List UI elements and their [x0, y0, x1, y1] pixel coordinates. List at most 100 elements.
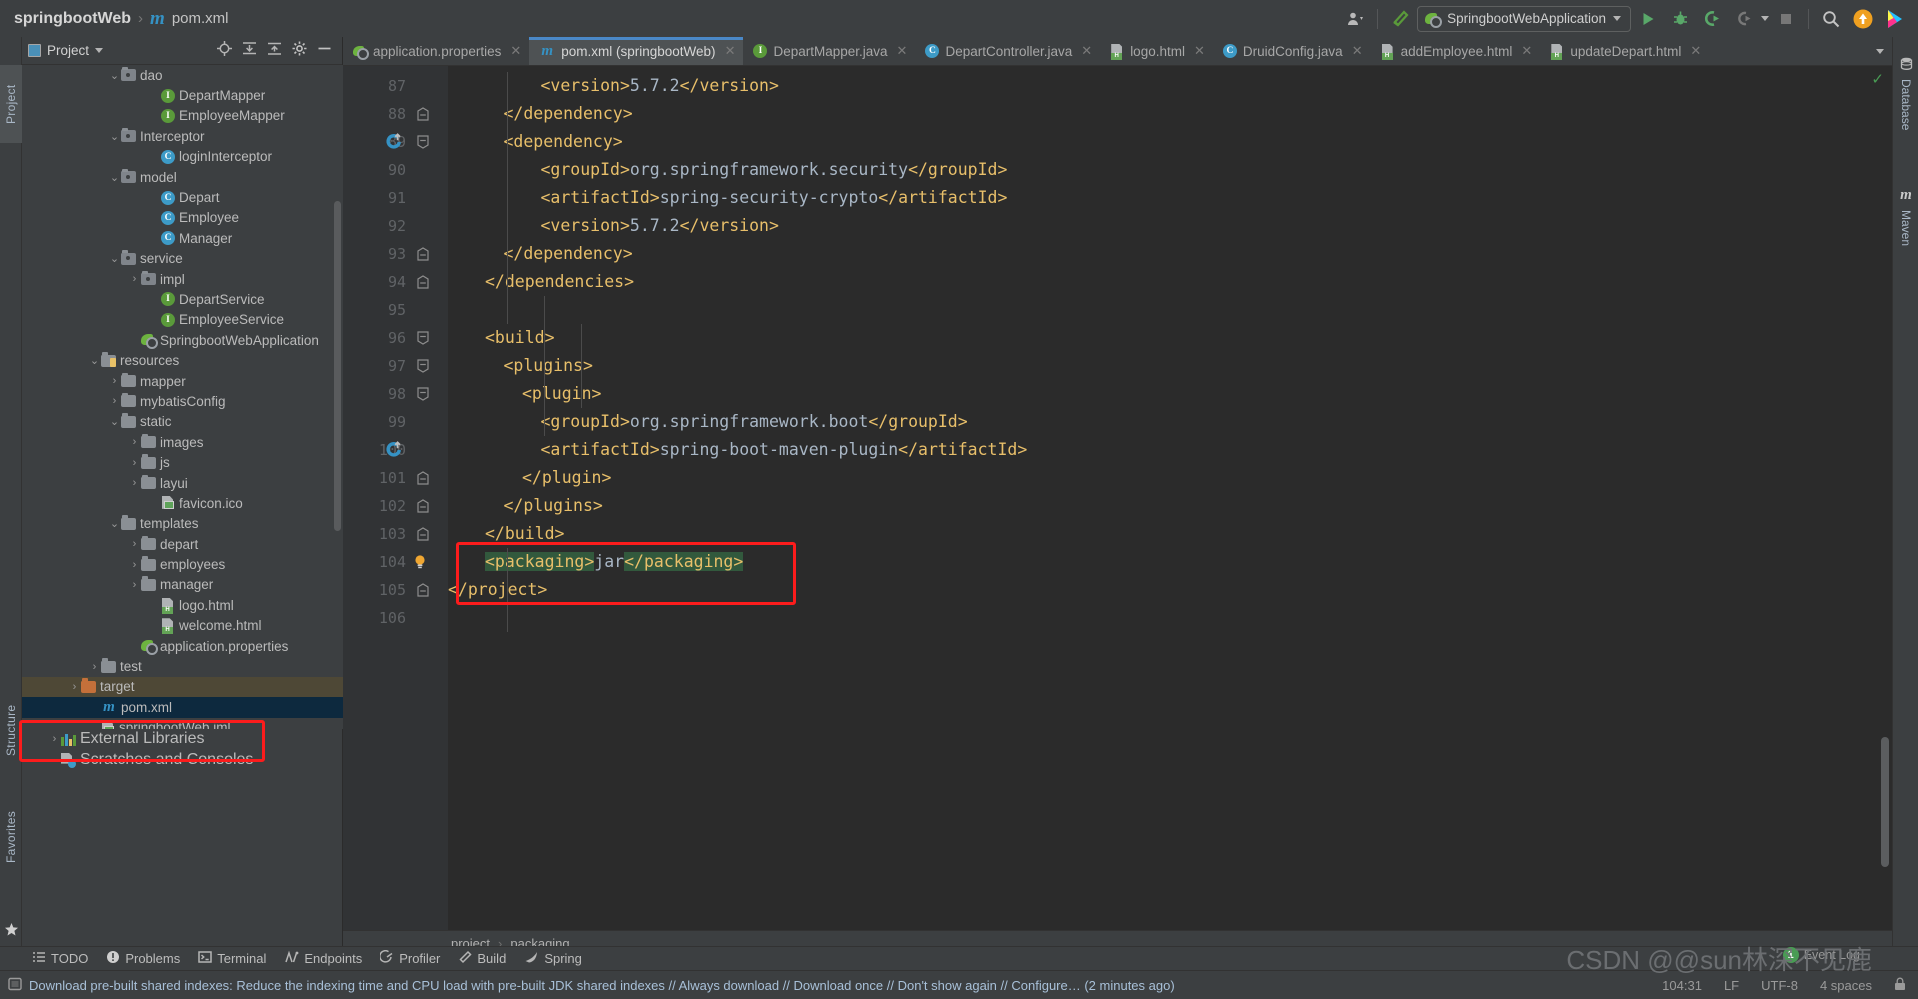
status-lock-icon[interactable] [1894, 977, 1906, 994]
favorites-star-icon[interactable] [4, 922, 19, 942]
code-line-95[interactable] [448, 296, 1892, 324]
close-icon[interactable]: ✕ [725, 43, 736, 59]
chevron-down-icon[interactable]: ⌄ [108, 130, 121, 143]
tree-item-departservice[interactable]: I DepartService [22, 289, 343, 309]
tree-item-application-properties[interactable]: application.properties [22, 636, 343, 656]
chevron-right-icon[interactable]: › [128, 477, 141, 489]
editor-tab-logo-html[interactable]: logo.html ✕ [1100, 37, 1213, 65]
ide-icon[interactable] [1880, 5, 1910, 33]
gutter-line-95[interactable]: 95 [343, 296, 448, 324]
editor-tab-departmapper-java[interactable]: I DepartMapper.java ✕ [743, 37, 915, 65]
run-with-coverage-button[interactable] [1697, 5, 1727, 33]
gutter-line-100[interactable]: 100 [343, 436, 448, 464]
chevron-right-icon[interactable]: › [128, 579, 141, 591]
gutter-line-104[interactable]: 104 [343, 548, 448, 576]
tree-item-service[interactable]: ⌄ service [22, 249, 343, 269]
code-fold-end-icon[interactable] [416, 576, 430, 604]
close-icon[interactable]: ✕ [1521, 43, 1532, 59]
tree-item-logininterceptor[interactable]: CloginInterceptor [22, 147, 343, 167]
chevron-right-icon[interactable]: › [128, 559, 141, 571]
status-line-separator[interactable]: LF [1724, 978, 1739, 993]
tree-item-favicon-ico[interactable]: favicon.ico [22, 493, 343, 513]
chevron-right-icon[interactable]: › [128, 436, 141, 448]
chevron-right-icon[interactable]: › [108, 375, 121, 387]
breadcrumb-file[interactable]: pom.xml [172, 10, 229, 27]
build-hammer-icon[interactable] [1385, 5, 1415, 33]
status-memory-icon[interactable] [8, 977, 22, 994]
gutter-line-94[interactable]: 94 [343, 268, 448, 296]
code-fold-end-icon[interactable] [416, 492, 430, 520]
tree-item-logo-html[interactable]: logo.html [22, 595, 343, 615]
gutter-line-88[interactable]: 88 [343, 100, 448, 128]
tree-item-model[interactable]: ⌄ model [22, 167, 343, 187]
tree-item-templates[interactable]: ⌄ templates [22, 514, 343, 534]
gear-icon[interactable] [292, 41, 307, 61]
gutter-line-103[interactable]: 103 [343, 520, 448, 548]
chevron-right-icon[interactable]: › [88, 661, 101, 673]
close-icon[interactable]: ✕ [897, 43, 908, 59]
code-line-96[interactable]: <build> [448, 324, 1892, 352]
tree-item-manager[interactable]: › manager [22, 575, 343, 595]
gutter-line-99[interactable]: 99 [343, 408, 448, 436]
gutter-line-101[interactable]: 101 [343, 464, 448, 492]
tree-item-springbootweb-iml[interactable]: springbootWeb.iml [22, 718, 343, 729]
code-fold-end-icon[interactable] [416, 464, 430, 492]
tree-item-welcome-html[interactable]: welcome.html [22, 616, 343, 636]
status-message[interactable]: Download pre-built shared indexes: Reduc… [29, 978, 1175, 993]
tree-item-static[interactable]: ⌄ static [22, 412, 343, 432]
editor-tab-application-properties[interactable]: application.properties ✕ [343, 37, 529, 65]
editor-gutter[interactable]: 87 88 89 90 91 92 93 94 95 96 97 98 99 100 101 102 103 10… [343, 66, 448, 956]
chevron-right-icon[interactable]: › [128, 273, 141, 285]
gutter-line-90[interactable]: 90 [343, 156, 448, 184]
stop-button[interactable] [1771, 5, 1801, 33]
run-configuration-selector[interactable]: SpringbootWebApplication [1417, 5, 1631, 32]
tool-window-favorites[interactable]: Favorites [0, 797, 22, 877]
profile-chevron-icon[interactable] [1761, 16, 1769, 21]
editor-tab-pom-xml-springbootweb-[interactable]: m pom.xml (springbootWeb) ✕ [529, 37, 744, 65]
tool-window-project[interactable]: Project [0, 65, 22, 143]
code-line-88[interactable]: </dependency> [448, 100, 1892, 128]
expand-all-icon[interactable] [242, 41, 257, 61]
gutter-line-98[interactable]: 98 [343, 380, 448, 408]
project-tree-scrollbar[interactable] [334, 61, 341, 751]
chevron-down-icon[interactable]: ⌄ [88, 354, 101, 367]
gutter-line-102[interactable]: 102 [343, 492, 448, 520]
close-icon[interactable]: ✕ [1081, 43, 1092, 59]
maven-reload-icon[interactable] [383, 128, 405, 156]
tree-item-images[interactable]: › images [22, 432, 343, 452]
gutter-line-96[interactable]: 96 [343, 324, 448, 352]
tree-item-dao[interactable]: ⌄ dao [22, 65, 343, 85]
gutter-line-91[interactable]: 91 [343, 184, 448, 212]
tool-window-maven[interactable]: m Maven [1893, 187, 1918, 273]
editor-tab-addemployee-html[interactable]: addEmployee.html ✕ [1371, 37, 1541, 65]
tool-window-database[interactable]: Database [1893, 57, 1918, 157]
chevron-down-icon[interactable]: ⌄ [108, 517, 121, 530]
tree-item-employeemapper[interactable]: I EmployeeMapper [22, 106, 343, 126]
tool-window-button-build[interactable]: Build [458, 950, 506, 967]
tool-window-button-problems[interactable]: Problems [106, 950, 180, 967]
gutter-line-89[interactable]: 89 [343, 128, 448, 156]
code-line-102[interactable]: </plugins> [448, 492, 1892, 520]
code-fold-end-icon[interactable] [416, 100, 430, 128]
maven-reload-icon[interactable] [383, 436, 405, 464]
chevron-down-icon[interactable]: ⌄ [108, 171, 121, 184]
tool-window-structure[interactable]: Structure [0, 687, 22, 773]
hide-icon[interactable] [317, 41, 332, 61]
chevron-down-icon[interactable]: ⌄ [108, 252, 121, 265]
tree-item-departmapper[interactable]: I DepartMapper [22, 85, 343, 105]
close-icon[interactable]: ✕ [1690, 43, 1701, 59]
gutter-line-93[interactable]: 93 [343, 240, 448, 268]
status-indent[interactable]: 4 spaces [1820, 978, 1872, 993]
code-fold-start-icon[interactable] [416, 324, 430, 352]
tree-item-impl[interactable]: › impl [22, 269, 343, 289]
project-tree[interactable]: ⌄ dao I DepartMapper I EmployeeMapper ⌄ Interce… [22, 65, 343, 729]
code-line-105[interactable]: </project> [448, 576, 1892, 604]
code-line-106[interactable] [448, 604, 1892, 632]
code-line-90[interactable]: <groupId>org.springframework.security</g… [448, 156, 1892, 184]
tree-item-employeeservice[interactable]: I EmployeeService [22, 310, 343, 330]
editor-tab-druidconfig-java[interactable]: C DruidConfig.java ✕ [1213, 37, 1371, 65]
collapse-all-icon[interactable] [267, 41, 282, 61]
code-line-97[interactable]: <plugins> [448, 352, 1892, 380]
code-line-104[interactable]: <packaging>jar</packaging> [448, 548, 1892, 576]
status-caret-position[interactable]: 104:31 [1662, 978, 1702, 993]
